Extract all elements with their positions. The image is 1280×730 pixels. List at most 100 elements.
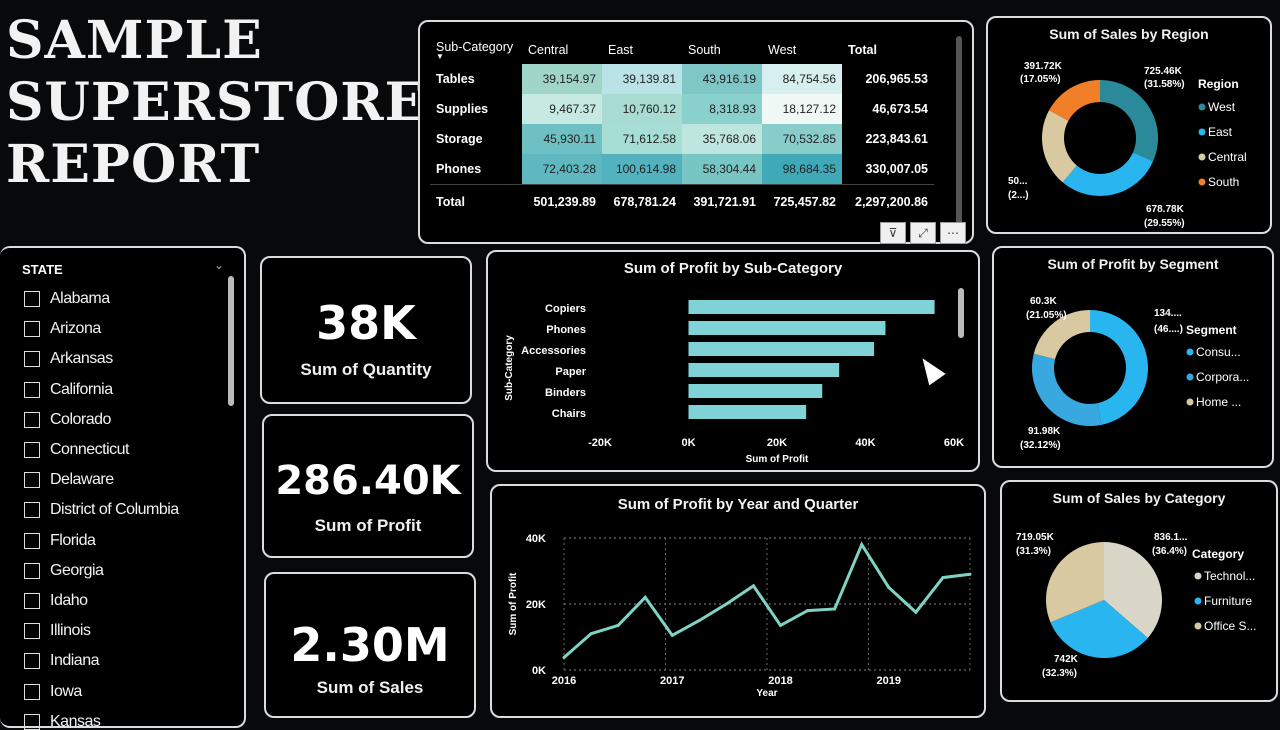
matrix-header-total[interactable]: Total [842, 36, 934, 64]
line-x-tick: 2018 [768, 675, 792, 687]
profit-point[interactable] [779, 623, 783, 627]
legend-item[interactable]: Central [1208, 150, 1247, 164]
profit-by-subcategory-card[interactable]: Sum of Profit by Sub-Category Copiers Pho… [486, 250, 980, 472]
bar-chart-scrollbar[interactable] [958, 288, 964, 338]
profit-point[interactable] [914, 610, 918, 614]
state-option[interactable]: Colorado [24, 405, 179, 435]
profit-point[interactable] [724, 602, 728, 606]
checkbox-icon[interactable] [24, 653, 40, 670]
profit-bar[interactable] [688, 363, 840, 377]
checkbox-icon[interactable] [24, 502, 40, 519]
matrix-scrollbar[interactable] [956, 36, 962, 226]
state-option[interactable]: Indiana [24, 646, 179, 676]
line-x-tick: 2016 [552, 675, 576, 687]
state-option[interactable]: Arkansas [24, 344, 179, 374]
matrix-row[interactable]: Supplies 9,467.37 10,760.12 8,318.93 18,127.… [430, 94, 934, 124]
legend-item[interactable]: West [1208, 100, 1236, 114]
profit-point[interactable] [751, 584, 755, 588]
checkbox-icon[interactable] [24, 623, 40, 640]
profit-point[interactable] [670, 633, 674, 637]
pie-slice[interactable] [1090, 310, 1148, 425]
pie-slice[interactable] [1100, 80, 1158, 162]
profit-point[interactable] [697, 619, 701, 622]
matrix-header-south[interactable]: South [682, 36, 762, 64]
profit-bar[interactable] [688, 405, 807, 419]
profit-by-segment-card[interactable]: Sum of Profit by Segment 60.3K (21.05%) … [992, 246, 1274, 468]
checkbox-icon[interactable] [24, 442, 40, 459]
checkbox-icon[interactable] [24, 411, 40, 428]
profit-point[interactable] [887, 586, 891, 589]
checkbox-icon[interactable] [24, 683, 40, 700]
profit-point[interactable] [562, 655, 566, 659]
state-option[interactable]: Illinois [24, 616, 179, 646]
focus-mode-icon[interactable]: ⤢ [910, 222, 936, 244]
profit-by-quarter-card[interactable]: Sum of Profit by Year and Quarter 0K 20K 4… [490, 484, 986, 718]
state-option[interactable]: Georgia [24, 556, 179, 586]
state-option[interactable]: Idaho [24, 586, 179, 616]
matrix-total-cell: 678,781.24 [602, 183, 682, 220]
checkbox-icon[interactable] [24, 321, 40, 338]
checkbox-icon[interactable] [24, 291, 40, 308]
bar-category-label: Accessories [521, 345, 586, 357]
slicer-scrollbar[interactable] [228, 276, 234, 406]
checkbox-icon[interactable] [24, 532, 40, 549]
profit-point[interactable] [643, 595, 647, 599]
matrix-row[interactable]: Phones 72,403.28 100,614.98 58,304.44 98,684… [430, 154, 934, 184]
pie-slice[interactable] [1042, 110, 1077, 183]
profit-line[interactable] [563, 541, 971, 659]
state-option[interactable]: Florida [24, 526, 179, 556]
state-slicer[interactable]: STATE ⌄ Alabama Arizona Arkansas California… [0, 246, 246, 730]
profit-point[interactable] [616, 623, 620, 627]
sales-by-category-card[interactable]: Sum of Sales by Category 719.05K (31.3%)… [1000, 480, 1278, 702]
chevron-down-icon[interactable]: ⌄ [214, 258, 224, 272]
matrix-header-east[interactable]: East [602, 36, 682, 64]
report-title: SAMPLE SUPERSTORE REPORT [6, 10, 424, 196]
checkbox-icon[interactable] [24, 351, 40, 368]
checkbox-icon[interactable] [24, 592, 40, 609]
legend-item[interactable]: Home ... [1196, 395, 1241, 409]
checkbox-icon[interactable] [24, 381, 40, 398]
state-option-label: Georgia [50, 561, 104, 579]
checkbox-icon[interactable] [24, 562, 40, 579]
profit-bar[interactable] [688, 321, 886, 335]
sales-by-region-card[interactable]: Sum of Sales by Region 391.72K (17.05%) … [986, 16, 1272, 234]
legend-item[interactable]: Furniture [1204, 594, 1252, 608]
legend-item[interactable]: Office S... [1204, 619, 1256, 633]
profit-bar[interactable] [688, 342, 875, 356]
profit-bar[interactable] [688, 300, 935, 314]
matrix-row-label: Phones [436, 161, 482, 176]
legend-item[interactable]: Corpora... [1196, 370, 1249, 384]
sales-matrix[interactable]: Sub-Category ▼ Central East South West To… [418, 20, 974, 244]
legend-item[interactable]: South [1208, 175, 1239, 189]
profit-point[interactable] [589, 632, 593, 636]
state-option[interactable]: Delaware [24, 465, 179, 495]
legend-item[interactable]: Consu... [1196, 345, 1241, 359]
state-option[interactable]: Kansas [24, 707, 179, 730]
matrix-header-subcategory[interactable]: Sub-Category ▼ [430, 36, 522, 64]
profit-point[interactable] [806, 609, 810, 613]
state-option[interactable]: California [24, 375, 179, 405]
pie-slice[interactable] [1062, 152, 1154, 196]
more-options-icon[interactable]: ⋯ [940, 222, 966, 244]
profit-point[interactable] [968, 572, 972, 576]
legend-item[interactable]: Technol... [1204, 569, 1255, 583]
profit-bar[interactable] [688, 384, 823, 398]
state-option[interactable]: District of Columbia [24, 495, 179, 525]
profit-point[interactable] [860, 543, 864, 547]
checkbox-icon[interactable] [24, 472, 40, 489]
matrix-header-central[interactable]: Central [522, 36, 602, 64]
profit-point[interactable] [941, 576, 945, 580]
checkbox-icon[interactable] [24, 713, 40, 730]
state-option[interactable]: Connecticut [24, 435, 179, 465]
state-option[interactable]: Iowa [24, 676, 179, 706]
filter-icon[interactable]: ⊽ [880, 222, 906, 244]
matrix-row[interactable]: Tables 39,154.97 39,139.81 43,916.19 84,754.… [430, 64, 934, 94]
legend-dot-icon [1186, 373, 1194, 381]
profit-point[interactable] [833, 607, 837, 611]
matrix-header-west[interactable]: West [762, 36, 842, 64]
legend-item[interactable]: East [1208, 125, 1233, 139]
pie-slice[interactable] [1032, 353, 1102, 426]
matrix-row[interactable]: Storage 45,930.11 71,612.58 35,768.06 70,532… [430, 124, 934, 154]
state-option[interactable]: Alabama [24, 284, 179, 314]
state-option[interactable]: Arizona [24, 314, 179, 344]
